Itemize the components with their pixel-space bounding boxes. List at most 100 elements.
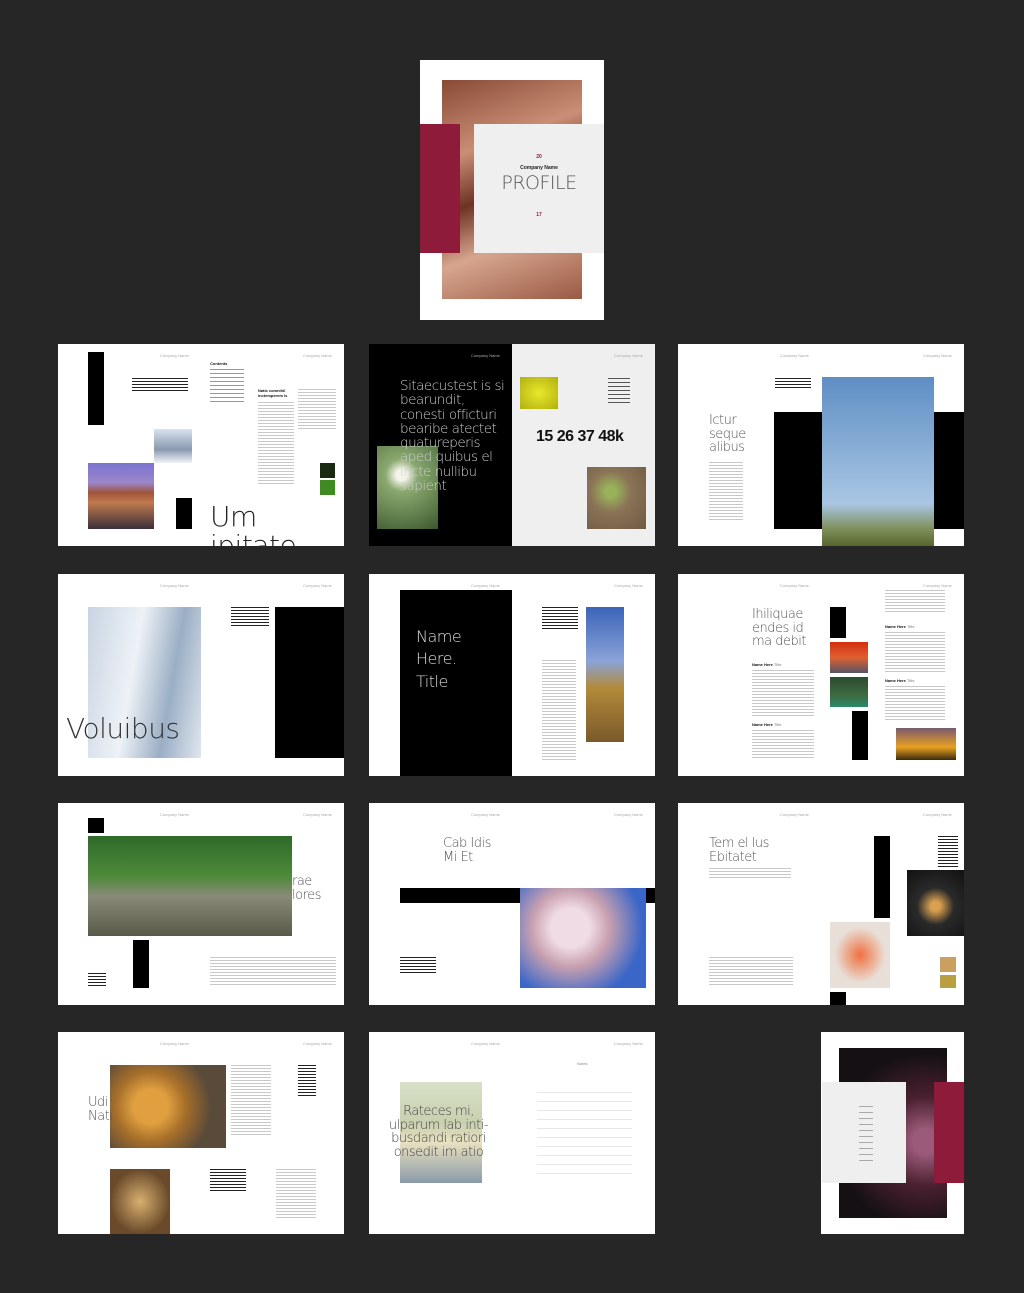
body-text <box>885 686 945 722</box>
intro-text <box>132 378 188 392</box>
body-text <box>210 957 336 987</box>
food-thumb <box>940 957 956 972</box>
title-panel: 20 Company Name PROFILE 17 <box>474 124 604 253</box>
cherry-blossom-photo <box>520 888 646 988</box>
text-columns <box>258 402 294 486</box>
header-company: Company Name <box>780 812 809 817</box>
black-square <box>88 818 104 833</box>
black-block <box>852 711 868 760</box>
contents-list <box>210 369 244 405</box>
header-company: Company Name <box>614 812 643 817</box>
header-company: Company Name <box>780 583 809 588</box>
intro-text <box>210 1169 246 1191</box>
body-text <box>885 632 945 672</box>
intro-text <box>775 378 811 390</box>
profile-title: PROFILE <box>501 172 577 194</box>
tart-photo <box>110 1065 226 1148</box>
header-company: Company Name <box>160 353 189 358</box>
display-heading: Name Here. Title <box>416 627 462 691</box>
person-name: Name Here Title <box>752 722 782 727</box>
side-notes <box>298 1065 316 1097</box>
snow-rail-photo <box>154 429 192 463</box>
black-bar <box>88 352 104 425</box>
spread-1[interactable]: Company Name Company Name Contents Natis… <box>58 344 344 546</box>
header-company: Company Name <box>923 353 952 358</box>
header-company: Company Name <box>471 353 500 358</box>
header-company: Company Name <box>471 812 500 817</box>
header-company: Company Name <box>160 812 189 817</box>
desert-road-photo <box>88 463 154 529</box>
pastry-photo <box>110 1169 170 1234</box>
black-block <box>133 940 149 988</box>
person-name: Name Here Title <box>885 624 915 629</box>
stats-figures: 15 26 37 48k <box>536 428 624 445</box>
body-text <box>752 670 814 716</box>
header-company: Company Name <box>471 1041 500 1046</box>
body-text <box>885 590 945 612</box>
body-text <box>542 660 576 760</box>
contact-info <box>859 1106 873 1166</box>
cactus-photo <box>586 607 624 742</box>
sashimi-photo <box>830 922 890 988</box>
intro-text <box>400 957 436 973</box>
display-heading: Rateces mi, ulparum lab inti-busdandi ra… <box>388 1104 489 1160</box>
display-heading: Udi Nati <box>88 1095 113 1124</box>
wind-turbines-photo <box>822 377 934 546</box>
green-thumb <box>320 480 335 495</box>
display-heading: Tem el lus Ebitatet <box>709 836 769 865</box>
text-columns <box>298 389 336 429</box>
black-block <box>830 992 846 1005</box>
cover-page[interactable]: 20 Company Name PROFILE 17 <box>420 60 604 320</box>
spread-8[interactable]: Company Name Company Name Cab Idis Mi Et <box>369 803 655 1005</box>
subtitle-caps <box>709 868 791 878</box>
header-company: Company Name <box>923 583 952 588</box>
body-text <box>231 1065 271 1135</box>
spread-5[interactable]: Company Name Company Name Name Here. Tit… <box>369 574 655 776</box>
side-notes <box>938 836 958 868</box>
body-text <box>709 957 793 987</box>
intro-text <box>542 607 578 629</box>
yellow-flowers-photo <box>520 377 558 409</box>
intro-text <box>231 607 269 627</box>
spread-10[interactable]: Company Name Company Name Udi Nati <box>58 1032 344 1234</box>
spread-9[interactable]: Company Name Company Name Tem el lus Ebi… <box>678 803 964 1005</box>
spread-2[interactable]: Company Name Company Name Sitaecustest i… <box>369 344 655 546</box>
black-block <box>934 412 964 529</box>
accent-block <box>420 124 460 253</box>
header-company: Company Name <box>471 583 500 588</box>
red-temple-photo <box>830 642 868 673</box>
black-block <box>830 607 846 638</box>
green-lake-photo <box>830 677 868 707</box>
display-heading: Cab Idis Mi Et <box>443 836 491 865</box>
green-thumb <box>320 463 335 478</box>
header-company: Company Name <box>614 353 643 358</box>
header-company: Company Name <box>160 583 189 588</box>
spread-7[interactable]: Company Name Company Name rae lores <box>58 803 344 1005</box>
food-thumb <box>940 975 956 988</box>
header-company: Company Name <box>780 353 809 358</box>
header-company: Company Name <box>303 353 332 358</box>
black-block <box>874 836 890 918</box>
header-company: Company Name <box>160 1041 189 1046</box>
spread-4[interactable]: Company Name Company Name Voluibus <box>58 574 344 776</box>
sushi-photo <box>907 870 964 936</box>
person-name: Name Here Title <box>752 662 782 667</box>
spread-6[interactable]: Company Name Company Name Ihiliquae ende… <box>678 574 964 776</box>
spread-3[interactable]: Company Name Company Name Ictur seque al… <box>678 344 964 546</box>
baobab-sunset-photo <box>896 728 956 760</box>
back-cover[interactable] <box>821 1032 964 1234</box>
contents-heading: Contents <box>210 361 228 366</box>
header-company: Company Name <box>614 583 643 588</box>
person-name: Name Here Title <box>885 678 915 683</box>
section-subtitle: Natis comnihil inctemperem is <box>258 388 288 398</box>
body-text <box>709 462 743 522</box>
side-notes <box>88 973 106 987</box>
spread-11[interactable]: Company Name Company Name Rateces mi, ul… <box>369 1032 655 1234</box>
display-heading: Ihiliquae endes id ma debit <box>752 607 806 650</box>
buddha-statues-photo <box>88 836 292 936</box>
display-heading: Um ipitate <box>210 500 297 546</box>
display-heading: rae lores <box>292 874 321 903</box>
header-company: Company Name <box>923 812 952 817</box>
black-block <box>176 498 192 529</box>
black-block <box>275 607 344 758</box>
